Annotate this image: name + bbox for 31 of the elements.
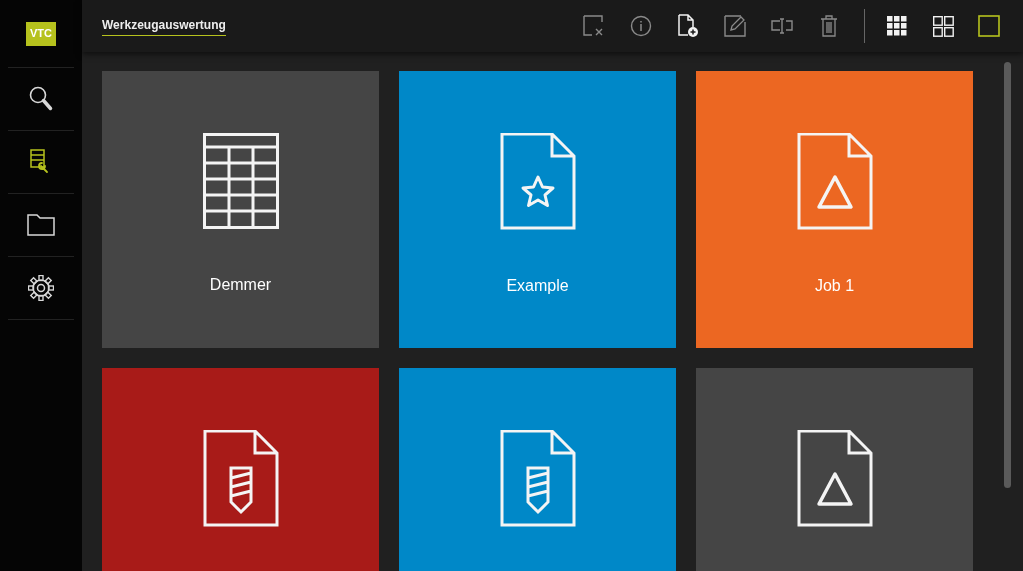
star-document-icon	[499, 133, 576, 230]
view-mode-button[interactable]	[975, 12, 1003, 40]
text-field-icon	[771, 18, 793, 34]
tile-label: Demmer	[209, 275, 272, 295]
drill-document-icon	[202, 430, 279, 527]
trash-icon	[820, 15, 838, 37]
search-icon	[29, 86, 53, 112]
info-icon	[630, 15, 652, 37]
triangle-document-icon	[796, 430, 873, 527]
triangle-document-icon	[796, 133, 873, 230]
large-grid-icon	[932, 15, 954, 37]
folder-tile[interactable]	[696, 368, 973, 571]
tile-label: Example	[506, 276, 569, 296]
small-grid-icon	[887, 16, 907, 36]
folder-tile[interactable]: Example	[399, 71, 676, 348]
logo-badge: VTC	[26, 21, 56, 46]
pencil-square-icon	[724, 15, 746, 37]
square-icon	[978, 15, 1000, 37]
page-title: Werkzeugauswertung	[102, 16, 226, 36]
folder-tile[interactable]: Demmer	[102, 71, 379, 348]
gear-icon	[28, 275, 54, 301]
table-icon	[202, 133, 279, 229]
drill-document-icon	[499, 430, 576, 527]
folder-tile[interactable]	[399, 368, 676, 571]
add-file-icon	[677, 14, 699, 38]
scrollbar-thumb[interactable]	[1004, 62, 1011, 488]
deselect-icon	[583, 15, 605, 37]
folder-icon	[27, 214, 55, 236]
tile-label: Job 1	[814, 276, 855, 296]
folder-tile[interactable]	[102, 368, 379, 571]
folder-tile[interactable]: Job 1	[696, 71, 973, 348]
